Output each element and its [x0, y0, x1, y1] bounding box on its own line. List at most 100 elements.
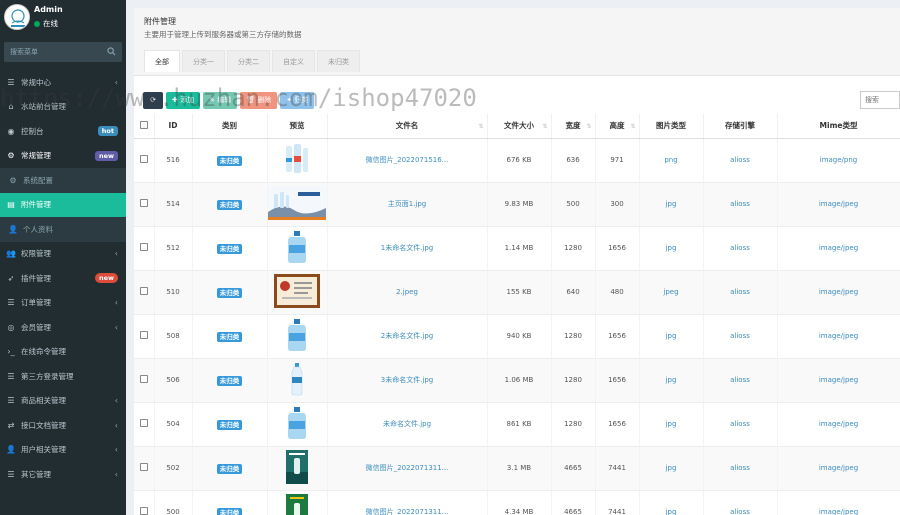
refresh-button[interactable]: ⟳	[143, 91, 163, 109]
filename-link[interactable]: 3未命名文件.jpg	[381, 376, 434, 384]
table-row[interactable]: 516 未归类 微信图片_2022071516... 676 KB 636 971 png a…	[134, 138, 900, 183]
table-row[interactable]: 502 未归类 微信图片_2022071311... 3.1 MB 4665 7441 jp…	[134, 446, 900, 491]
storage-link[interactable]: alioss	[730, 508, 750, 515]
preview-thumbnail[interactable]	[286, 494, 308, 515]
filename-link[interactable]: 微信图片_2022071311...	[366, 464, 449, 472]
filename-link[interactable]: 微信图片_2022071516...	[366, 156, 449, 164]
filename-link[interactable]: 2.jpeg	[396, 288, 418, 296]
filename-link[interactable]: 微信图片_2022071311...	[366, 508, 449, 515]
sort-icon[interactable]: ⇅	[630, 123, 635, 130]
preview-thumbnail[interactable]	[286, 318, 308, 354]
sidebar-item-5[interactable]: ▤ 附件管理	[0, 192, 126, 217]
image-type-link[interactable]: jpg	[666, 420, 677, 428]
filename-link[interactable]: 主页面1.jpg	[388, 200, 427, 208]
row-checkbox[interactable]	[139, 243, 148, 251]
storage-link[interactable]: alioss	[730, 332, 750, 340]
filename-link[interactable]: 未命名文件.jpg	[383, 420, 431, 428]
preview-thumbnail[interactable]	[274, 274, 320, 310]
classify-button[interactable]: ✦ 归类	[280, 91, 315, 109]
sidebar-item-16[interactable]: ☰ 其它管理 ‹	[0, 462, 126, 487]
sidebar-item-11[interactable]: ›_ 在线命令管理	[0, 340, 126, 365]
col-category[interactable]: 类别	[192, 114, 268, 139]
tab-custom[interactable]: 自定义	[272, 50, 315, 72]
table-row[interactable]: 514 未归类 主页面1.jpg 9.83 MB 500 300 jpg alioss imag…	[134, 182, 900, 227]
col-filesize[interactable]: 文件大小 ⇅	[487, 114, 552, 139]
table-row[interactable]: 508 未归类 2未命名文件.jpg 940 KB 1280 1656 jpg alioss i…	[134, 314, 900, 359]
sort-icon[interactable]: ⇅	[586, 123, 591, 130]
delete-button[interactable]: 🗑 删除	[240, 91, 278, 109]
table-row[interactable]: 504 未归类 未命名文件.jpg 861 KB 1280 1656 jpg alioss im…	[134, 402, 900, 447]
col-filename[interactable]: 文件名 ⇅	[327, 114, 488, 139]
storage-link[interactable]: alioss	[730, 376, 750, 384]
mime-link[interactable]: image/jpeg	[819, 288, 858, 296]
sidebar-item-2[interactable]: ◉ 控制台 hot	[0, 119, 126, 144]
select-all-checkbox[interactable]	[139, 120, 148, 129]
col-mime[interactable]: Mime类型	[777, 114, 900, 139]
col-height[interactable]: 高度 ⇅	[595, 114, 640, 139]
sidebar-item-8[interactable]: ➶ 插件管理 new	[0, 266, 126, 291]
tab-all[interactable]: 全部	[144, 50, 180, 72]
sidebar-item-3[interactable]: ⚙ 常规管理 new	[0, 144, 126, 169]
search-icon[interactable]	[107, 47, 116, 56]
image-type-link[interactable]: png	[664, 156, 677, 164]
image-type-link[interactable]: jpeg	[663, 288, 678, 296]
avatar[interactable]	[4, 4, 30, 30]
image-type-link[interactable]: jpg	[666, 376, 677, 384]
table-row[interactable]: 500 未归类 微信图片_2022071311... 4.34 MB 4665 7441 j…	[134, 490, 900, 515]
mime-link[interactable]: image/jpeg	[819, 464, 858, 472]
storage-link[interactable]: alioss	[730, 464, 750, 472]
sidebar-item-9[interactable]: ☰ 订单管理 ‹	[0, 291, 126, 316]
col-width[interactable]: 宽度 ⇅	[551, 114, 596, 139]
sidebar-item-10[interactable]: ◎ 会员管理 ‹	[0, 315, 126, 340]
table-row[interactable]: 506 未归类 3未命名文件.jpg 1.06 MB 1280 1656 jpg alioss…	[134, 358, 900, 403]
sidebar-item-1[interactable]: ⌂ 水站前台管理	[0, 95, 126, 120]
mime-link[interactable]: image/jpeg	[819, 200, 858, 208]
preview-thumbnail[interactable]	[286, 230, 308, 266]
mime-link[interactable]: image/jpeg	[819, 332, 858, 340]
row-checkbox[interactable]	[139, 287, 148, 295]
sidebar-item-0[interactable]: ☰ 常规中心 ‹	[0, 70, 126, 95]
menu-search-input[interactable]	[4, 42, 122, 62]
mime-link[interactable]: image/png	[820, 156, 858, 164]
row-checkbox[interactable]	[139, 463, 148, 471]
row-checkbox[interactable]	[139, 419, 148, 427]
row-checkbox[interactable]	[139, 375, 148, 383]
table-search-input[interactable]	[860, 91, 900, 109]
tab-category-one[interactable]: 分类一	[182, 50, 225, 72]
preview-thumbnail[interactable]	[288, 362, 306, 398]
preview-thumbnail[interactable]	[286, 406, 308, 442]
sidebar-item-15[interactable]: 👤 用户相关管理 ‹	[0, 438, 126, 463]
sidebar-item-6[interactable]: 👤 个人资料	[0, 217, 126, 242]
storage-link[interactable]: alioss	[730, 288, 750, 296]
image-type-link[interactable]: jpg	[666, 464, 677, 472]
table-row[interactable]: 512 未归类 1未命名文件.jpg 1.14 MB 1280 1656 jpg alioss…	[134, 226, 900, 271]
row-checkbox[interactable]	[139, 199, 148, 207]
sidebar-item-12[interactable]: ☰ 第三方登录管理	[0, 364, 126, 389]
sort-icon[interactable]: ⇅	[478, 123, 483, 130]
add-button[interactable]: ✚ 添加	[166, 91, 201, 109]
sidebar-item-14[interactable]: ⇄ 接口文档管理 ‹	[0, 413, 126, 438]
image-type-link[interactable]: jpg	[666, 200, 677, 208]
preview-thumbnail[interactable]	[284, 142, 310, 178]
row-checkbox[interactable]	[139, 331, 148, 339]
col-id[interactable]: ID	[154, 114, 193, 139]
storage-link[interactable]: alioss	[730, 420, 750, 428]
mime-link[interactable]: image/jpeg	[819, 420, 858, 428]
preview-thumbnail[interactable]	[268, 186, 326, 222]
row-checkbox[interactable]	[139, 155, 148, 163]
edit-button[interactable]: ✎ 编辑	[203, 91, 238, 109]
storage-link[interactable]: alioss	[730, 200, 750, 208]
storage-link[interactable]: alioss	[730, 244, 750, 252]
sidebar-item-7[interactable]: 👥 权限管理 ‹	[0, 242, 126, 267]
mime-link[interactable]: image/jpeg	[819, 508, 858, 515]
mime-link[interactable]: image/jpeg	[819, 376, 858, 384]
preview-thumbnail[interactable]	[286, 450, 308, 486]
sort-icon[interactable]: ⇅	[542, 123, 547, 130]
tab-category-two[interactable]: 分类二	[227, 50, 270, 72]
image-type-link[interactable]: jpg	[666, 332, 677, 340]
filename-link[interactable]: 1未命名文件.jpg	[381, 244, 434, 252]
filename-link[interactable]: 2未命名文件.jpg	[381, 332, 434, 340]
table-row[interactable]: 510 未归类 2.jpeg 155 KB 640 480 jpeg alioss image/…	[134, 270, 900, 315]
image-type-link[interactable]: jpg	[666, 244, 677, 252]
row-checkbox[interactable]	[139, 507, 148, 515]
